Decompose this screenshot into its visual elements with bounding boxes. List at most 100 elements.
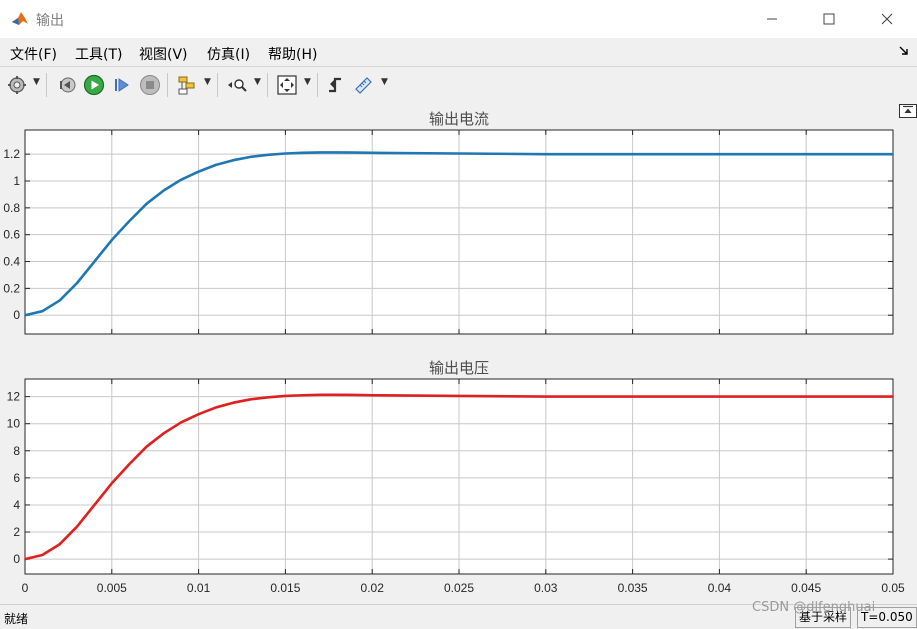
data-point — [76, 525, 78, 528]
chart-title: 输出电流 — [429, 110, 489, 128]
step-back-button[interactable] — [55, 73, 79, 97]
settings-button[interactable] — [5, 73, 29, 97]
data-point — [249, 155, 252, 158]
triggers-button[interactable] — [324, 73, 348, 97]
data-point — [162, 189, 165, 192]
menu-simulation[interactable]: 仿真(I) — [207, 44, 250, 64]
y-tick-label: 0.8 — [3, 201, 20, 215]
data-point — [267, 396, 269, 399]
signal-selector-icon — [178, 76, 195, 95]
data-point — [41, 554, 44, 556]
x-tick-label: 0.01 — [187, 581, 211, 595]
data-point — [336, 393, 339, 396]
menu-undock-arrow-icon[interactable] — [899, 45, 909, 59]
menu-tools[interactable]: 工具(T) — [75, 44, 122, 64]
zoom-button[interactable] — [226, 73, 250, 97]
title-bar: 输出 — [0, 0, 917, 38]
signal-selector-dropdown-icon[interactable]: ▼ — [204, 77, 211, 87]
data-point — [180, 178, 183, 181]
data-point — [180, 421, 183, 424]
undock-icon — [903, 105, 913, 113]
data-point — [805, 395, 808, 398]
step-forward-icon — [115, 78, 129, 92]
y-tick-label: 2 — [13, 525, 20, 539]
data-point — [319, 393, 322, 396]
x-tick-label: 0 — [22, 581, 29, 595]
x-tick-label: 0.04 — [708, 581, 732, 595]
maximize-button[interactable] — [806, 0, 852, 38]
data-point — [24, 558, 26, 561]
data-point — [284, 395, 287, 397]
y-tick-label: 0.6 — [3, 228, 20, 242]
fit-dropdown-icon[interactable]: ▼ — [304, 77, 311, 87]
data-point — [128, 463, 131, 466]
toolbar-separator — [317, 73, 318, 97]
x-tick-label: 0.005 — [97, 581, 127, 595]
status-ready-text: 就绪 — [4, 612, 29, 626]
run-button[interactable] — [82, 73, 106, 97]
x-tick-label: 0.03 — [534, 581, 558, 595]
triggers-icon — [329, 77, 341, 93]
y-tick-label: 1 — [13, 174, 20, 188]
data-point — [319, 151, 322, 154]
minimize-icon — [767, 18, 777, 20]
measurements-button[interactable] — [352, 73, 376, 97]
minimize-button[interactable] — [749, 0, 795, 38]
data-point — [110, 482, 113, 485]
menu-view[interactable]: 视图(V) — [139, 44, 188, 64]
menu-bar: 文件(F) 工具(T) 视图(V) 仿真(I) 帮助(H) — [0, 38, 917, 66]
data-point — [284, 152, 287, 155]
data-point — [93, 504, 96, 506]
fit-to-view-button[interactable] — [275, 73, 299, 97]
x-tick-label: 0.02 — [361, 581, 385, 595]
data-point — [232, 401, 235, 404]
y-tick-label: 8 — [13, 444, 20, 458]
maximize-icon — [823, 13, 835, 25]
data-point — [41, 310, 44, 313]
y-tick-label: 12 — [7, 390, 21, 404]
data-point — [544, 395, 547, 398]
data-point — [215, 163, 217, 166]
data-point — [718, 153, 721, 156]
data-point — [215, 406, 217, 409]
data-point — [249, 398, 252, 401]
chart-title: 输出电压 — [429, 359, 489, 377]
zoom-dropdown-icon[interactable]: ▼ — [254, 77, 261, 87]
y-tick-label: 4 — [13, 498, 20, 512]
toolbar: ▼ ▼ ▼ ▼ ▼ — [0, 66, 917, 104]
data-point — [197, 170, 200, 173]
y-tick-label: 6 — [13, 471, 20, 485]
step-forward-button[interactable] — [110, 73, 134, 97]
y-tick-label: 10 — [7, 417, 21, 431]
watermark-text: CSDN @dlfenghuai — [752, 600, 876, 615]
data-point — [353, 151, 356, 154]
data-point — [336, 151, 339, 154]
menu-file[interactable]: 文件(F) — [10, 44, 57, 64]
scope-plot-area: 0 0.2 0.4 0.6 0.8 1 1.2 输出电流 0 2 4 6 8 10 12 0 0.005 0.01… — [0, 103, 917, 604]
data-point — [93, 260, 96, 263]
toolbar-separator — [217, 73, 218, 97]
signal-selector-button[interactable] — [175, 73, 199, 97]
close-icon — [881, 13, 893, 25]
stop-button[interactable] — [138, 73, 162, 97]
menu-help[interactable]: 帮助(H) — [268, 44, 317, 64]
toolbar-separator — [167, 73, 168, 97]
gear-icon — [8, 76, 26, 94]
measurements-dropdown-icon[interactable]: ▼ — [381, 77, 388, 87]
x-tick-label: 0.025 — [444, 581, 474, 595]
fit-to-view-icon — [277, 75, 297, 95]
data-point — [353, 394, 356, 396]
close-button[interactable] — [864, 0, 910, 38]
y-tick-label: 0.2 — [3, 281, 20, 295]
run-icon — [83, 74, 105, 96]
data-point — [76, 282, 78, 284]
step-back-icon — [60, 77, 76, 93]
settings-dropdown-icon[interactable]: ▼ — [33, 77, 40, 87]
data-point — [24, 314, 26, 317]
data-point — [232, 159, 235, 162]
data-point — [145, 202, 148, 205]
undock-plot-button[interactable] — [899, 104, 917, 118]
data-point — [718, 395, 721, 398]
data-point — [58, 299, 61, 302]
data-point — [162, 432, 165, 435]
